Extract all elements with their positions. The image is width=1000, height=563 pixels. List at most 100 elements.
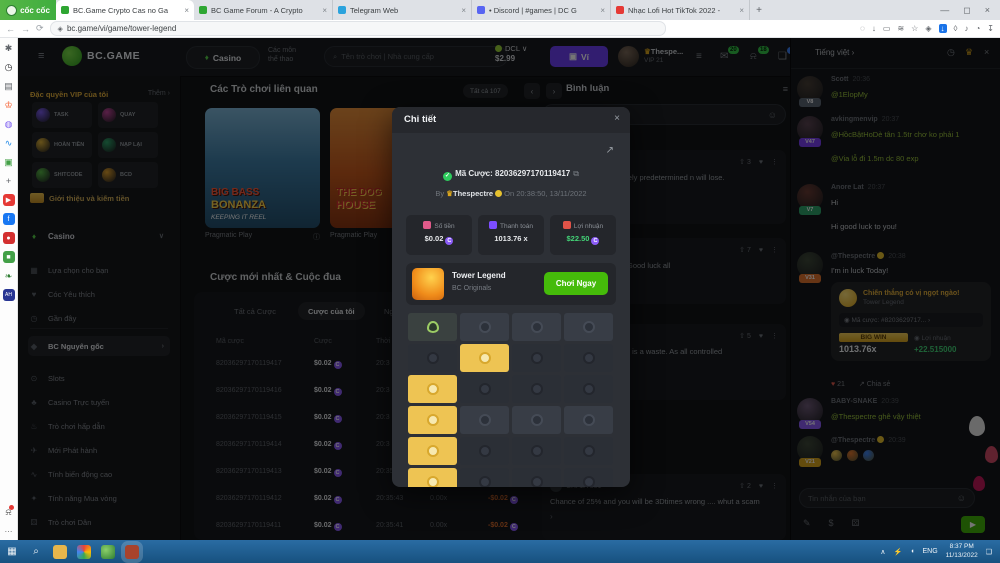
tower-cell[interactable] xyxy=(564,344,613,372)
tab-close-icon[interactable]: × xyxy=(739,6,744,15)
tower-cell[interactable] xyxy=(408,437,457,465)
notifications-bell-icon[interactable]: ⍾ xyxy=(6,507,12,518)
new-tab-button[interactable]: + xyxy=(750,0,768,20)
tray-icon[interactable]: ↧ xyxy=(987,24,994,33)
tower-cell[interactable] xyxy=(408,468,457,487)
coccoc-brand[interactable]: cốc cốc xyxy=(0,0,56,20)
vip-crown-icon[interactable]: ♔ xyxy=(3,99,15,111)
leaf-icon[interactable]: ❧ xyxy=(3,270,15,282)
tower-coin-icon xyxy=(531,383,543,395)
tower-cell[interactable] xyxy=(512,406,561,434)
screen: cốc cốc BC.Game Crypto Cas no Ga×BC Game… xyxy=(0,0,1000,563)
browser-tab[interactable]: Telegram Web× xyxy=(333,0,472,20)
play-now-button[interactable]: Chơi Ngay xyxy=(544,272,608,295)
browser-tab[interactable]: Nhạc Lofi Hot TikTok 2022 -× xyxy=(611,0,750,20)
file-explorer-icon[interactable] xyxy=(53,545,67,559)
strip-more-icon[interactable]: ⋯ xyxy=(5,527,13,536)
history-icon[interactable]: ◷ xyxy=(3,61,15,73)
bet-user[interactable]: Thespectre xyxy=(453,189,493,198)
media-icon[interactable]: ♪ xyxy=(964,24,968,33)
tower-coin-icon xyxy=(479,383,491,395)
tower-cell[interactable] xyxy=(512,468,561,487)
ahliv-icon[interactable]: AH xyxy=(3,289,15,301)
tab-close-icon[interactable]: × xyxy=(600,6,605,15)
coccoc-taskbar-icon[interactable] xyxy=(101,545,115,559)
share-icon[interactable]: ↗ xyxy=(606,145,614,156)
modal-close-icon[interactable]: × xyxy=(614,113,620,124)
reload-icon[interactable]: ⟳ xyxy=(36,23,44,34)
downloads-blue-icon[interactable]: ↓ xyxy=(939,24,947,33)
facebook-icon[interactable]: f xyxy=(3,213,15,225)
forward-icon[interactable]: → xyxy=(21,24,30,34)
url-field[interactable]: ◈ bc.game/vi/game/tower-legend xyxy=(50,21,666,36)
tower-cell[interactable] xyxy=(460,437,509,465)
tower-cell[interactable] xyxy=(460,406,509,434)
tower-cell[interactable] xyxy=(512,313,561,341)
tab-close-icon[interactable]: × xyxy=(461,6,466,15)
clock[interactable]: 8:37 PM11/13/2022 xyxy=(946,543,978,560)
browser-side-strip: ✱ ◷ ▤ ♔ ◍ ∿ ▣ + ▶ f ● ■ ❧ AH ⍾ ⋯ xyxy=(0,38,18,540)
tower-cell[interactable] xyxy=(408,406,457,434)
browser-tab[interactable]: • Discord | #games | DC G× xyxy=(472,0,611,20)
tower-cell[interactable] xyxy=(408,313,457,341)
tower-cell[interactable] xyxy=(564,375,613,403)
maximize-button[interactable]: ◻ xyxy=(963,5,970,16)
tower-cell[interactable] xyxy=(564,313,613,341)
tower-cell[interactable] xyxy=(460,468,509,487)
tower-cell[interactable] xyxy=(460,313,509,341)
volume-icon[interactable]: ◖ xyxy=(910,548,914,555)
bookmark-star-icon[interactable]: ☆ xyxy=(911,24,918,33)
tab-close-icon[interactable]: × xyxy=(322,6,327,15)
reader-icon[interactable]: ▭ xyxy=(883,24,891,33)
tower-cell[interactable] xyxy=(408,344,457,372)
tower-coin-icon xyxy=(583,445,595,457)
active-app-icon[interactable] xyxy=(125,545,139,559)
tower-cell[interactable] xyxy=(564,468,613,487)
link-icon[interactable]: ◌ xyxy=(860,24,865,33)
copy-icon[interactable]: ⧉ xyxy=(573,169,579,178)
youtube-icon[interactable]: ▶ xyxy=(3,194,15,206)
browser-tab[interactable]: BC.Game Crypto Cas no Ga× xyxy=(56,0,194,20)
tower-coin-icon xyxy=(427,383,439,395)
tab-close-icon[interactable]: × xyxy=(184,6,189,15)
games-icon[interactable]: ▣ xyxy=(3,156,15,168)
tower-cell[interactable] xyxy=(512,437,561,465)
start-button[interactable]: ▦ xyxy=(0,546,24,557)
language-indicator[interactable]: ENG xyxy=(922,548,937,555)
tab-title: BC Game Forum - A Crypto xyxy=(211,6,318,15)
bet-id-value: 82036297170119417 xyxy=(495,169,570,178)
profile-icon[interactable]: ◔ xyxy=(975,24,980,33)
tower-cell[interactable] xyxy=(512,375,561,403)
extension-icon[interactable]: ◊ xyxy=(954,24,958,33)
taskbar-search-icon[interactable]: ⌕ xyxy=(24,546,48,557)
close-button[interactable]: × xyxy=(985,5,990,15)
tray-expand-icon[interactable]: ∧ xyxy=(880,548,885,556)
translate-icon[interactable]: ≋ xyxy=(897,24,904,33)
tower-cell[interactable] xyxy=(564,437,613,465)
notifications-icon[interactable]: ❑ xyxy=(986,548,992,556)
settings-icon[interactable]: ✱ xyxy=(3,42,15,54)
tower-coin-icon xyxy=(583,321,595,333)
download-page-icon[interactable]: ↓ xyxy=(872,24,876,33)
reading-list-icon[interactable]: ▤ xyxy=(3,80,15,92)
tower-cell[interactable] xyxy=(460,375,509,403)
red-app-icon[interactable]: ● xyxy=(3,232,15,244)
add-icon[interactable]: + xyxy=(3,175,15,187)
tower-cell[interactable] xyxy=(564,406,613,434)
green-app-icon[interactable]: ■ xyxy=(3,251,15,263)
back-icon[interactable]: ← xyxy=(6,24,15,34)
shield-icon[interactable]: ◈ xyxy=(925,24,931,33)
windows-taskbar: ▦ ⌕ ∧ ⚡ ◖ ENG 8:37 PM11/13/2022 ❑ xyxy=(0,540,1000,563)
browser-tab[interactable]: BC Game Forum - A Crypto × xyxy=(194,0,333,20)
tab-favicon xyxy=(616,6,624,14)
tower-cell[interactable] xyxy=(460,344,509,372)
game-thumbnail[interactable] xyxy=(412,268,444,300)
tower-cell[interactable] xyxy=(512,344,561,372)
minimize-button[interactable]: — xyxy=(940,5,949,15)
tower-cell[interactable] xyxy=(408,375,457,403)
chart-icon[interactable]: ∿ xyxy=(3,137,15,149)
messenger-icon[interactable]: ◍ xyxy=(3,118,15,130)
tower-coin-icon xyxy=(583,352,595,364)
bcgame-page: ≡ BC.GAME ♦Casino Các mônthể thao ⌕Tên t… xyxy=(18,38,1000,540)
chrome-icon[interactable] xyxy=(77,545,91,559)
